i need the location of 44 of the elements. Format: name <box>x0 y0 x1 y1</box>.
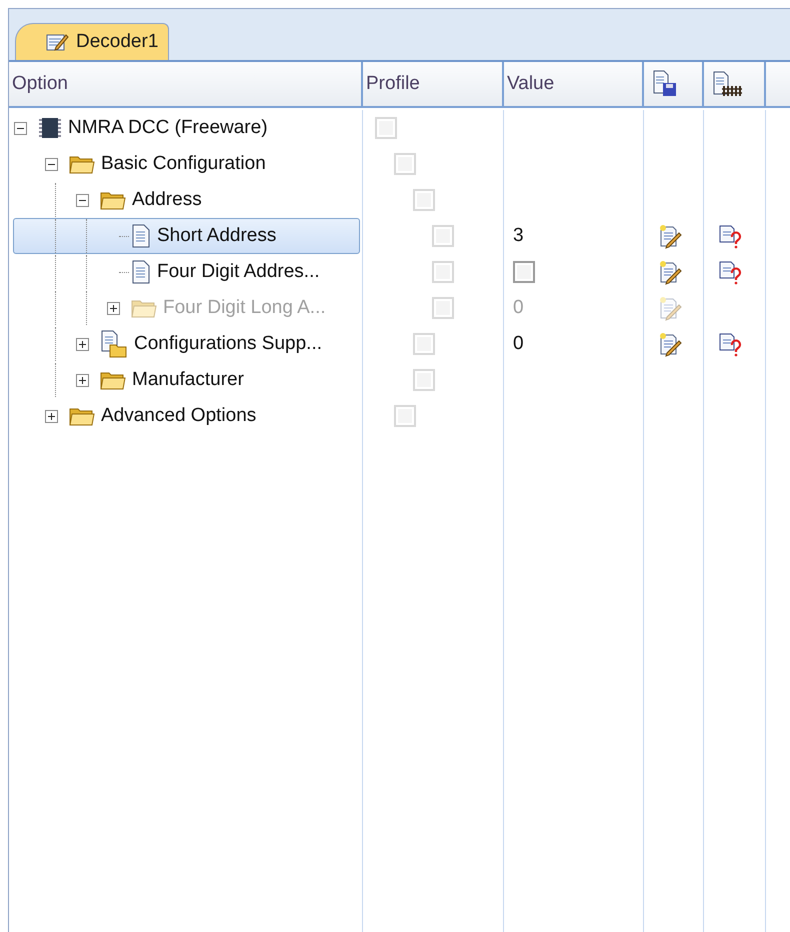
profile-checkbox[interactable] <box>413 369 435 391</box>
tree-item[interactable]: Address <box>13 182 360 218</box>
edit-icon[interactable] <box>658 223 682 249</box>
profile-checkbox[interactable] <box>413 333 435 355</box>
expand-toggle[interactable] <box>45 410 58 422</box>
help-icon[interactable] <box>718 331 742 357</box>
profile-checkbox[interactable] <box>413 189 435 211</box>
document-tab[interactable]: Decoder1 <box>15 23 170 60</box>
tree-item[interactable]: Advanced Options <box>13 398 360 434</box>
column-header[interactable]: Option <box>9 62 363 106</box>
profile-checkbox[interactable] <box>432 225 454 247</box>
help-icon[interactable] <box>718 223 742 249</box>
tree-item[interactable]: Short Address <box>13 218 360 254</box>
chip-icon <box>38 116 62 140</box>
profile-checkbox[interactable] <box>375 117 397 139</box>
help-icon[interactable] <box>718 259 742 285</box>
edit-document-icon <box>46 32 70 52</box>
document-folder-icon <box>100 330 128 358</box>
collapse-toggle[interactable] <box>14 122 27 134</box>
profile-checkbox[interactable] <box>432 261 454 283</box>
save-icon[interactable] <box>652 70 678 98</box>
profile-checkbox[interactable] <box>394 405 416 427</box>
fence-icon[interactable] <box>712 71 742 97</box>
tree-item[interactable]: Configurations Supp... <box>13 326 360 362</box>
tree-item[interactable]: Four Digit Addres... <box>13 254 360 290</box>
tab-label: Decoder1 <box>76 31 158 53</box>
profile-checkbox[interactable] <box>394 153 416 175</box>
value-text: 0 <box>513 297 524 319</box>
tree-item[interactable]: NMRA DCC (Freeware) <box>13 110 360 146</box>
document-icon <box>131 224 151 248</box>
document-icon <box>131 260 151 284</box>
tree-item[interactable]: Basic Configuration <box>13 146 360 182</box>
collapse-toggle[interactable] <box>76 194 89 206</box>
value-checkbox[interactable] <box>513 261 535 283</box>
expand-toggle[interactable] <box>76 374 89 386</box>
tree-item[interactable]: Manufacturer <box>13 362 360 398</box>
value-text: 0 <box>513 333 524 355</box>
column-header[interactable]: Profile <box>363 62 504 106</box>
edit-icon[interactable] <box>658 259 682 285</box>
expand-toggle[interactable] <box>76 338 89 350</box>
column-header[interactable]: Value <box>504 62 644 106</box>
collapse-toggle[interactable] <box>45 158 58 170</box>
edit-icon[interactable] <box>658 331 682 357</box>
value-text: 3 <box>513 225 524 247</box>
